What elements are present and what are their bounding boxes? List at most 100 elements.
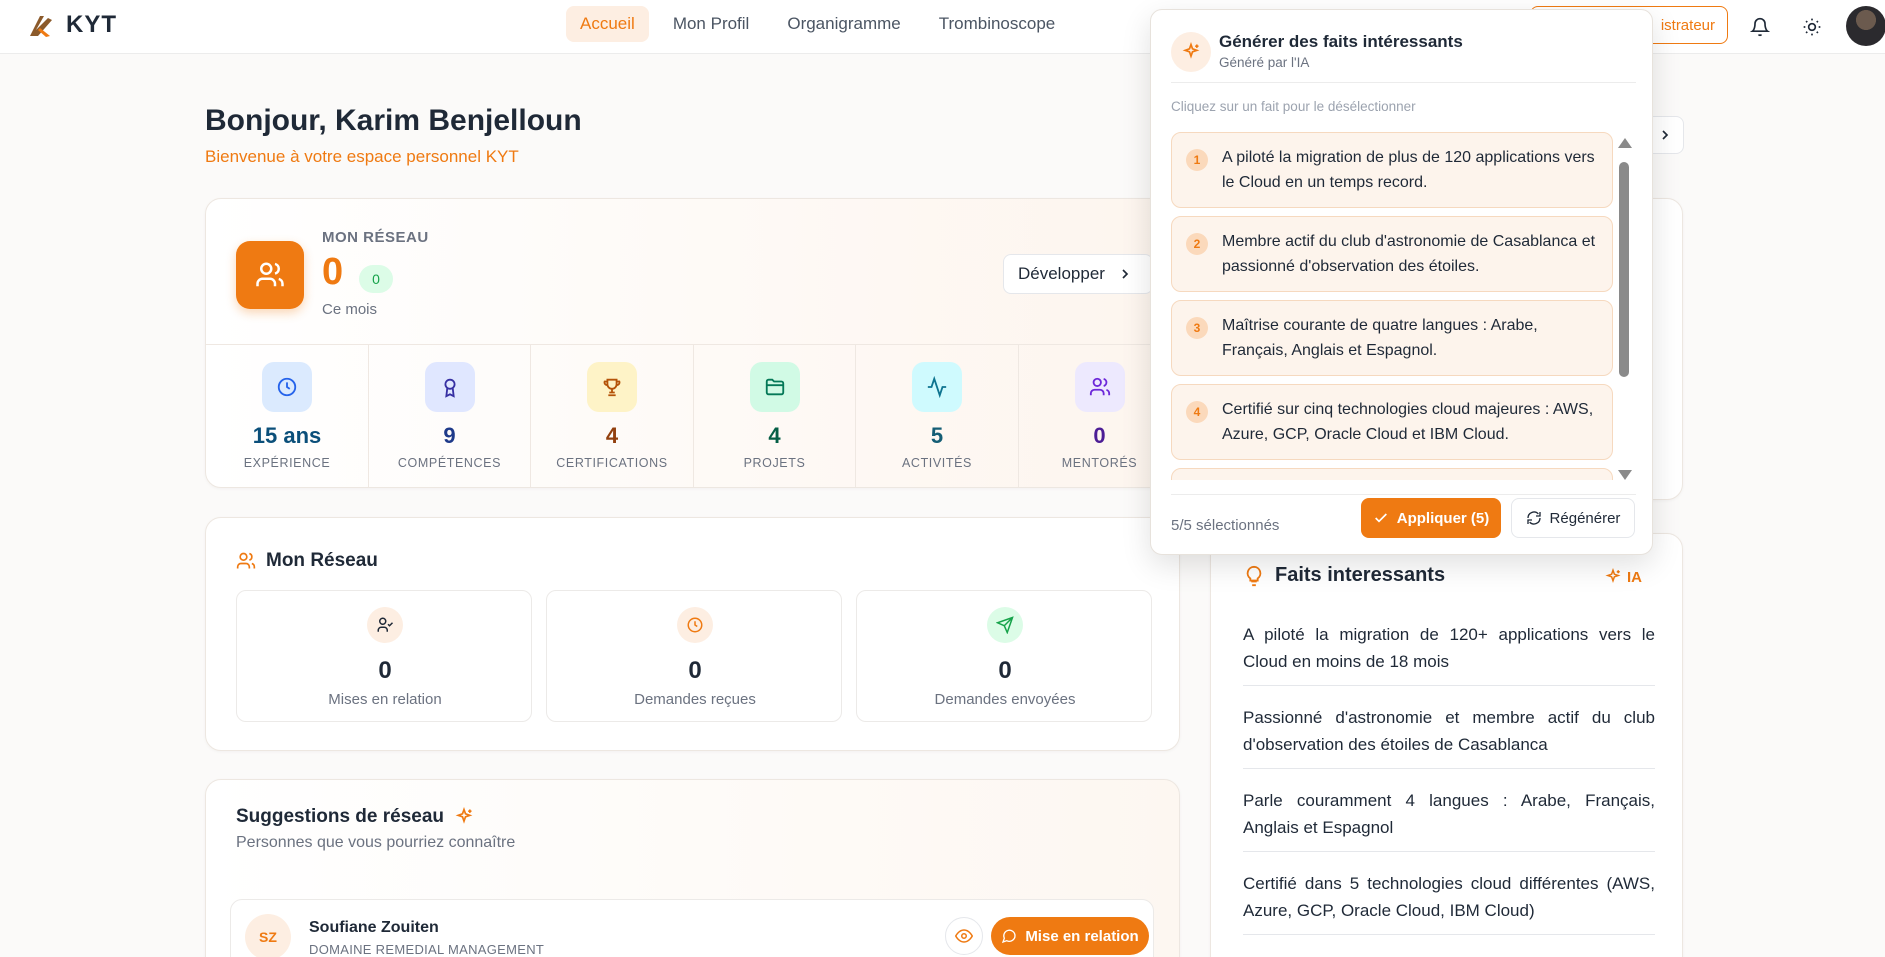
suggestion-name[interactable]: Soufiane Zouiten bbox=[309, 919, 439, 937]
fact-option[interactable]: 2 Membre actif du club d'astronomie de C… bbox=[1171, 216, 1613, 292]
app-name: KYT bbox=[66, 11, 117, 38]
apply-button-label: Appliquer (5) bbox=[1396, 509, 1490, 527]
suggestions-subtitle: Personnes que vous pourriez connaître bbox=[236, 834, 516, 851]
scrollbar[interactable] bbox=[1617, 138, 1632, 480]
divider bbox=[1171, 494, 1636, 495]
fact-option[interactable]: 4 Certifié sur cinq technologies cloud m… bbox=[1171, 384, 1613, 460]
stat-experience[interactable]: 15 ans EXPÉRIENCE bbox=[206, 345, 369, 487]
tile-value: 0 bbox=[998, 657, 1012, 684]
network-period: Ce mois bbox=[322, 301, 378, 318]
popover-subtitle: Généré par l'IA bbox=[1219, 55, 1310, 70]
stat-value: 9 bbox=[443, 423, 456, 448]
nav-organigramme[interactable]: Organigramme bbox=[773, 6, 914, 42]
fact-option[interactable]: 1 A piloté la migration de plus de 120 a… bbox=[1171, 132, 1613, 208]
lightbulb-icon bbox=[1246, 565, 1262, 586]
award-icon bbox=[424, 362, 475, 412]
fact-number: 3 bbox=[1186, 317, 1208, 339]
clock-icon bbox=[677, 607, 713, 643]
divider bbox=[1171, 82, 1636, 83]
users-icon bbox=[236, 552, 256, 569]
main-nav: Accueil Mon Profil Organigramme Trombino… bbox=[566, 6, 1069, 42]
clock-icon bbox=[262, 362, 312, 412]
stat-competences[interactable]: 9 COMPÉTENCES bbox=[369, 345, 531, 487]
send-icon bbox=[987, 607, 1023, 643]
faits-interessants-card: Faits interessants IA A piloté la migrat… bbox=[1210, 533, 1683, 957]
regenerate-button[interactable]: Régénérer bbox=[1511, 498, 1635, 538]
demandes-recues-tile[interactable]: 0 Demandes reçues bbox=[546, 590, 842, 722]
suggestion-row: SZ Soufiane Zouiten DOMAINE REMEDIAL MAN… bbox=[230, 899, 1154, 957]
demandes-envoyees-tile[interactable]: 0 Demandes envoyées bbox=[856, 590, 1152, 722]
user-avatar[interactable] bbox=[1846, 6, 1885, 46]
expand-button[interactable]: Développer bbox=[1003, 254, 1153, 294]
suggestions-card: Suggestions de réseau Personnes que vous… bbox=[205, 779, 1180, 957]
sparkles-icon bbox=[1171, 32, 1211, 72]
admin-button-label: istrateur bbox=[1660, 16, 1715, 34]
fact-text: A piloté la migration de plus de 120 app… bbox=[1222, 149, 1595, 191]
scroll-up-arrow[interactable] bbox=[1618, 138, 1632, 148]
fact-text: Membre actif du club d'astronomie de Cas… bbox=[1222, 233, 1596, 275]
scroll-thumb[interactable] bbox=[1619, 162, 1629, 377]
fact-text: Maîtrise courante de quatre langues : Ar… bbox=[1222, 317, 1538, 359]
users-icon bbox=[236, 241, 304, 309]
view-profile-button[interactable] bbox=[945, 917, 983, 955]
stat-value: 4 bbox=[605, 423, 619, 448]
expand-button-label: Développer bbox=[1018, 264, 1105, 283]
greeting-subtitle: Bienvenue à votre espace personnel KYT bbox=[205, 147, 519, 166]
apply-button[interactable]: Appliquer (5) bbox=[1361, 498, 1501, 538]
nav-trombinoscope[interactable]: Trombinoscope bbox=[925, 6, 1070, 42]
app-logo[interactable]: KYT bbox=[26, 10, 117, 40]
popover-title: Générer des faits intéressants bbox=[1219, 32, 1463, 51]
fact-option[interactable]: 3 Maîtrise courante de quatre langues : … bbox=[1171, 300, 1613, 376]
fact-text: Certifié sur cinq technologies cloud maj… bbox=[1222, 401, 1594, 443]
network-summary-card: MON RÉSEAU 0 0 Ce mois Développer 15 ans… bbox=[205, 198, 1180, 488]
stat-label: ACTIVITÉS bbox=[902, 456, 972, 470]
fact-list[interactable]: 1 A piloté la migration de plus de 120 a… bbox=[1171, 132, 1613, 480]
activity-icon bbox=[912, 362, 962, 412]
avatar[interactable]: SZ bbox=[245, 914, 291, 957]
user-check-icon bbox=[367, 607, 403, 643]
tile-value: 0 bbox=[688, 657, 702, 684]
network-growth-badge: 0 bbox=[359, 265, 393, 293]
scroll-down-arrow[interactable] bbox=[1618, 470, 1632, 480]
stat-label: PROJETS bbox=[743, 456, 806, 470]
stat-label: COMPÉTENCES bbox=[397, 456, 502, 470]
selection-count: 5/5 sélectionnés bbox=[1171, 517, 1280, 534]
stat-projets[interactable]: 4 PROJETS bbox=[694, 345, 856, 487]
faits-header: Faits interessants bbox=[1243, 564, 1445, 587]
stat-certifications[interactable]: 4 CERTIFICATIONS bbox=[531, 345, 694, 487]
fact-number: 2 bbox=[1186, 233, 1208, 255]
stat-value: 15 ans bbox=[252, 423, 322, 448]
check-icon bbox=[1374, 513, 1387, 523]
profile-stats: 15 ans EXPÉRIENCE 9 COMPÉTENCES 4 CERTIF… bbox=[206, 344, 1179, 487]
popover-hint: Cliquez sur un fait pour le désélectionn… bbox=[1171, 99, 1416, 114]
users-icon bbox=[1074, 362, 1125, 412]
connect-button[interactable]: Mise en relation bbox=[991, 917, 1149, 955]
fait-item: Passionné d'astronomie et membre actif d… bbox=[1243, 704, 1655, 769]
tile-label: Demandes envoyées bbox=[934, 691, 1076, 708]
chevron-right-icon bbox=[1662, 130, 1669, 140]
network-count: 0 bbox=[322, 251, 344, 293]
sparkles-icon bbox=[455, 807, 473, 824]
network-label: MON RÉSEAU bbox=[322, 229, 429, 246]
chevron-right-icon bbox=[1122, 269, 1129, 279]
nav-accueil[interactable]: Accueil bbox=[566, 6, 649, 42]
refresh-icon bbox=[1526, 511, 1541, 525]
regenerate-button-label: Régénérer bbox=[1549, 509, 1621, 527]
stat-activites[interactable]: 5 ACTIVITÉS bbox=[856, 345, 1019, 487]
logo-icon bbox=[30, 16, 52, 37]
nav-mon-profil[interactable]: Mon Profil bbox=[659, 6, 764, 42]
message-circle-icon bbox=[1002, 929, 1016, 944]
mises-en-relation-tile[interactable]: 0 Mises en relation bbox=[236, 590, 532, 722]
suggestions-header: Suggestions de réseau bbox=[236, 806, 474, 828]
suggestion-department: DOMAINE REMEDIAL MANAGEMENT bbox=[309, 942, 545, 957]
ai-generate-button[interactable]: IA bbox=[1604, 568, 1642, 586]
bell-icon[interactable] bbox=[1745, 12, 1775, 42]
faits-title: Faits interessants bbox=[1275, 564, 1446, 586]
sun-icon[interactable] bbox=[1797, 12, 1827, 42]
stat-label: CERTIFICATIONS bbox=[556, 456, 668, 470]
fact-option[interactable] bbox=[1171, 468, 1613, 480]
tile-label: Mises en relation bbox=[328, 691, 442, 708]
folder-icon bbox=[749, 362, 800, 412]
mon-reseau-title: Mon Réseau bbox=[266, 550, 378, 571]
fait-item: Parle couramment 4 langues : Arabe, Fran… bbox=[1243, 787, 1655, 852]
